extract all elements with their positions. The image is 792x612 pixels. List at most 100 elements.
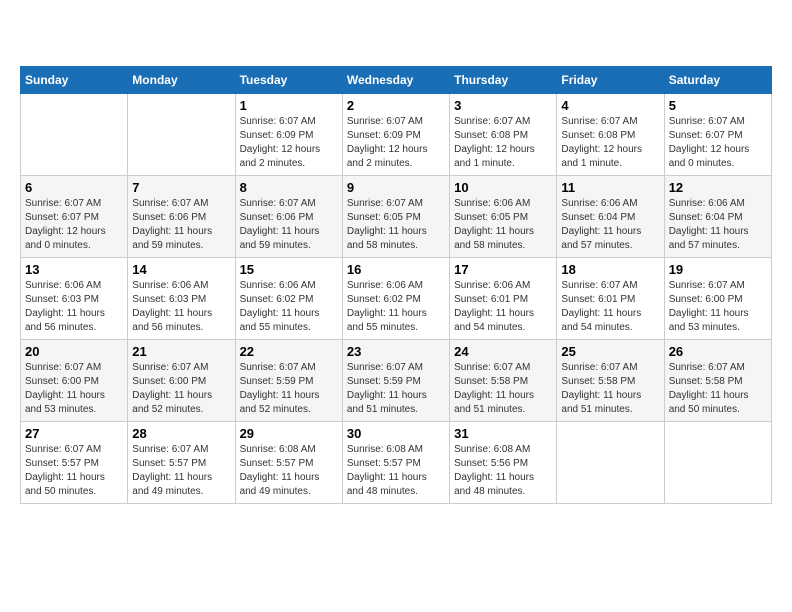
- day-info: Sunrise: 6:06 AM Sunset: 6:05 PM Dayligh…: [454, 197, 552, 253]
- calendar-cell: 13 Sunrise: 6:06 AM Sunset: 6:03 PM Dayli…: [21, 258, 128, 340]
- logo-icon: [20, 20, 56, 56]
- day-info: Sunrise: 6:07 AM Sunset: 6:01 PM Dayligh…: [561, 279, 659, 335]
- calendar-cell: 28 Sunrise: 6:07 AM Sunset: 5:57 PM Dayli…: [128, 422, 235, 504]
- calendar-cell: 17 Sunrise: 6:06 AM Sunset: 6:01 PM Dayli…: [450, 258, 557, 340]
- weekday-header-monday: Monday: [128, 67, 235, 94]
- calendar-cell: 30 Sunrise: 6:08 AM Sunset: 5:57 PM Dayli…: [342, 422, 449, 504]
- day-number: 12: [669, 180, 767, 195]
- calendar-cell: 9 Sunrise: 6:07 AM Sunset: 6:05 PM Daylig…: [342, 176, 449, 258]
- day-info: Sunrise: 6:07 AM Sunset: 5:57 PM Dayligh…: [25, 443, 123, 499]
- calendar-cell: 26 Sunrise: 6:07 AM Sunset: 5:58 PM Dayli…: [664, 340, 771, 422]
- weekday-header-sunday: Sunday: [21, 67, 128, 94]
- calendar-week-1: 1 Sunrise: 6:07 AM Sunset: 6:09 PM Daylig…: [21, 94, 772, 176]
- day-number: 17: [454, 262, 552, 277]
- day-info: Sunrise: 6:06 AM Sunset: 6:02 PM Dayligh…: [240, 279, 338, 335]
- day-number: 21: [132, 344, 230, 359]
- calendar-cell: 8 Sunrise: 6:07 AM Sunset: 6:06 PM Daylig…: [235, 176, 342, 258]
- calendar-cell: [128, 94, 235, 176]
- calendar-cell: 31 Sunrise: 6:08 AM Sunset: 5:56 PM Dayli…: [450, 422, 557, 504]
- day-info: Sunrise: 6:07 AM Sunset: 6:08 PM Dayligh…: [454, 115, 552, 171]
- day-number: 7: [132, 180, 230, 195]
- calendar-week-2: 6Sunrise: 6:07 AM Sunset: 6:07 PM Daylig…: [21, 176, 772, 258]
- day-info: Sunrise: 6:07 AM Sunset: 6:00 PM Dayligh…: [669, 279, 767, 335]
- day-info: Sunrise: 6:07 AM Sunset: 6:00 PM Dayligh…: [132, 361, 230, 417]
- calendar-week-5: 27Sunrise: 6:07 AM Sunset: 5:57 PM Dayli…: [21, 422, 772, 504]
- calendar-cell: 4 Sunrise: 6:07 AM Sunset: 6:08 PM Daylig…: [557, 94, 664, 176]
- calendar-cell: 20 Sunrise: 6:07 AM Sunset: 6:00 PM Dayli…: [21, 340, 128, 422]
- weekday-header-row: SundayMondayTuesdayWednesdayThursdayFrid…: [21, 67, 772, 94]
- calendar-cell: 14 Sunrise: 6:06 AM Sunset: 6:03 PM Dayli…: [128, 258, 235, 340]
- day-info: Sunrise: 6:08 AM Sunset: 5:56 PM Dayligh…: [454, 443, 552, 499]
- day-info: Sunrise: 6:07 AM Sunset: 5:58 PM Dayligh…: [561, 361, 659, 417]
- day-info: Sunrise: 6:08 AM Sunset: 5:57 PM Dayligh…: [347, 443, 445, 499]
- calendar-cell: 23 Sunrise: 6:07 AM Sunset: 5:59 PM Dayli…: [342, 340, 449, 422]
- day-number: 19: [669, 262, 767, 277]
- day-number: 16: [347, 262, 445, 277]
- calendar-cell: 18 Sunrise: 6:07 AM Sunset: 6:01 PM Dayli…: [557, 258, 664, 340]
- weekday-header-thursday: Thursday: [450, 67, 557, 94]
- calendar-cell: 19 Sunrise: 6:07 AM Sunset: 6:00 PM Dayli…: [664, 258, 771, 340]
- day-info: Sunrise: 6:07 AM Sunset: 5:58 PM Dayligh…: [669, 361, 767, 417]
- day-number: 2: [347, 98, 445, 113]
- day-number: 25: [561, 344, 659, 359]
- day-info: Sunrise: 6:06 AM Sunset: 6:04 PM Dayligh…: [669, 197, 767, 253]
- calendar-week-4: 20 Sunrise: 6:07 AM Sunset: 6:00 PM Dayli…: [21, 340, 772, 422]
- day-info: Sunrise: 6:07 AM Sunset: 6:09 PM Dayligh…: [347, 115, 445, 171]
- day-number: 10: [454, 180, 552, 195]
- weekday-header-wednesday: Wednesday: [342, 67, 449, 94]
- calendar-cell: 16 Sunrise: 6:06 AM Sunset: 6:02 PM Dayli…: [342, 258, 449, 340]
- day-number: 15: [240, 262, 338, 277]
- day-info: Sunrise: 6:06 AM Sunset: 6:01 PM Dayligh…: [454, 279, 552, 335]
- weekday-header-friday: Friday: [557, 67, 664, 94]
- day-info: Sunrise: 6:06 AM Sunset: 6:04 PM Dayligh…: [561, 197, 659, 253]
- day-number: 22: [240, 344, 338, 359]
- day-number: 3: [454, 98, 552, 113]
- day-number: 13: [25, 262, 123, 277]
- day-number: 23: [347, 344, 445, 359]
- calendar-cell: 3 Sunrise: 6:07 AM Sunset: 6:08 PM Daylig…: [450, 94, 557, 176]
- day-number: 26: [669, 344, 767, 359]
- day-info: Sunrise: 6:07 AM Sunset: 5:59 PM Dayligh…: [347, 361, 445, 417]
- day-info: Sunrise: 6:07 AM Sunset: 6:06 PM Dayligh…: [240, 197, 338, 253]
- calendar-cell: 10 Sunrise: 6:06 AM Sunset: 6:05 PM Dayli…: [450, 176, 557, 258]
- weekday-header-tuesday: Tuesday: [235, 67, 342, 94]
- calendar-cell: [557, 422, 664, 504]
- day-info: Sunrise: 6:07 AM Sunset: 6:08 PM Dayligh…: [561, 115, 659, 171]
- day-number: 30: [347, 426, 445, 441]
- day-number: 29: [240, 426, 338, 441]
- day-number: 14: [132, 262, 230, 277]
- calendar-cell: 25 Sunrise: 6:07 AM Sunset: 5:58 PM Dayli…: [557, 340, 664, 422]
- day-number: 18: [561, 262, 659, 277]
- calendar-cell: 11 Sunrise: 6:06 AM Sunset: 6:04 PM Dayli…: [557, 176, 664, 258]
- calendar-cell: 5 Sunrise: 6:07 AM Sunset: 6:07 PM Daylig…: [664, 94, 771, 176]
- day-info: Sunrise: 6:06 AM Sunset: 6:02 PM Dayligh…: [347, 279, 445, 335]
- day-number: 31: [454, 426, 552, 441]
- day-number: 5: [669, 98, 767, 113]
- calendar-cell: [21, 94, 128, 176]
- day-number: 28: [132, 426, 230, 441]
- day-number: 1: [240, 98, 338, 113]
- day-number: 4: [561, 98, 659, 113]
- day-info: Sunrise: 6:07 AM Sunset: 6:09 PM Dayligh…: [240, 115, 338, 171]
- calendar-week-3: 13 Sunrise: 6:06 AM Sunset: 6:03 PM Dayli…: [21, 258, 772, 340]
- calendar-cell: [664, 422, 771, 504]
- calendar-cell: 12 Sunrise: 6:06 AM Sunset: 6:04 PM Dayli…: [664, 176, 771, 258]
- day-number: 11: [561, 180, 659, 195]
- calendar-table: SundayMondayTuesdayWednesdayThursdayFrid…: [20, 66, 772, 504]
- day-info: Sunrise: 6:06 AM Sunset: 6:03 PM Dayligh…: [25, 279, 123, 335]
- day-info: Sunrise: 6:07 AM Sunset: 6:05 PM Dayligh…: [347, 197, 445, 253]
- calendar-cell: 6Sunrise: 6:07 AM Sunset: 6:07 PM Daylig…: [21, 176, 128, 258]
- calendar-cell: 15 Sunrise: 6:06 AM Sunset: 6:02 PM Dayli…: [235, 258, 342, 340]
- day-number: 6: [25, 180, 123, 195]
- day-number: 8: [240, 180, 338, 195]
- logo: [20, 20, 60, 56]
- day-info: Sunrise: 6:07 AM Sunset: 5:57 PM Dayligh…: [132, 443, 230, 499]
- day-number: 20: [25, 344, 123, 359]
- day-info: Sunrise: 6:08 AM Sunset: 5:57 PM Dayligh…: [240, 443, 338, 499]
- day-number: 9: [347, 180, 445, 195]
- day-info: Sunrise: 6:07 AM Sunset: 5:59 PM Dayligh…: [240, 361, 338, 417]
- day-info: Sunrise: 6:07 AM Sunset: 6:07 PM Dayligh…: [669, 115, 767, 171]
- calendar-cell: 7Sunrise: 6:07 AM Sunset: 6:06 PM Daylig…: [128, 176, 235, 258]
- day-info: Sunrise: 6:06 AM Sunset: 6:03 PM Dayligh…: [132, 279, 230, 335]
- day-info: Sunrise: 6:07 AM Sunset: 6:00 PM Dayligh…: [25, 361, 123, 417]
